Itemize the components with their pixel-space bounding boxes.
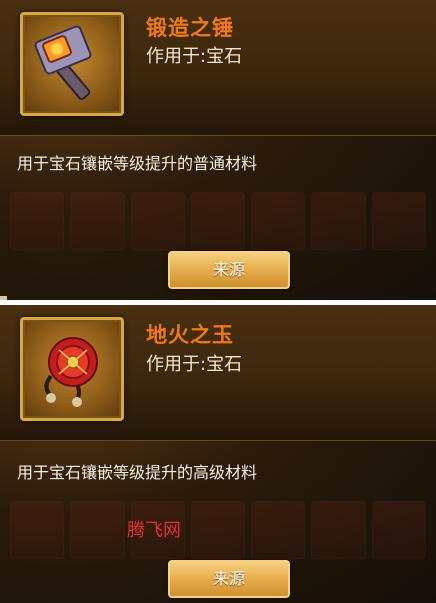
item-icon-frame [20, 317, 124, 421]
item-name: 地火之玉 [146, 323, 234, 347]
watermark-text: 腾飞网 [127, 520, 181, 541]
gem-slot [190, 192, 246, 250]
item-description: 用于宝石镶嵌等级提升的高级材料 [17, 463, 258, 482]
source-button[interactable]: 来源 [168, 560, 290, 598]
earth-fire-jade-icon [44, 337, 98, 407]
gem-slot [130, 192, 185, 250]
item-icon-frame [20, 12, 124, 116]
gem-slot [70, 192, 125, 250]
gem-slot [251, 501, 306, 559]
background-gem-slots [10, 501, 426, 559]
gem-slot [311, 192, 366, 250]
item-usage: 作用于:宝石 [146, 354, 243, 375]
forge-hammer-icon [34, 25, 92, 100]
item-card-forge-hammer: 锻造之锤 作用于:宝石 用于宝石镶嵌等级提升的普通材料 来源 [0, 0, 436, 300]
gem-slot [190, 501, 246, 559]
gem-slot [70, 501, 125, 559]
gem-slot [311, 501, 366, 559]
background-gem-slots [10, 192, 426, 250]
gem-slot [10, 501, 65, 559]
source-button[interactable]: 来源 [168, 251, 290, 289]
gem-slot [371, 501, 426, 559]
item-name: 锻造之锤 [146, 16, 234, 40]
gem-slot [251, 192, 306, 250]
gem-slot [10, 192, 65, 250]
gem-slot [371, 192, 426, 250]
item-card-earth-fire-jade: 地火之玉 作用于:宝石 用于宝石镶嵌等级提升的高级材料 来源 [0, 305, 436, 603]
item-description: 用于宝石镶嵌等级提升的普通材料 [17, 154, 258, 173]
item-usage: 作用于:宝石 [146, 46, 243, 67]
